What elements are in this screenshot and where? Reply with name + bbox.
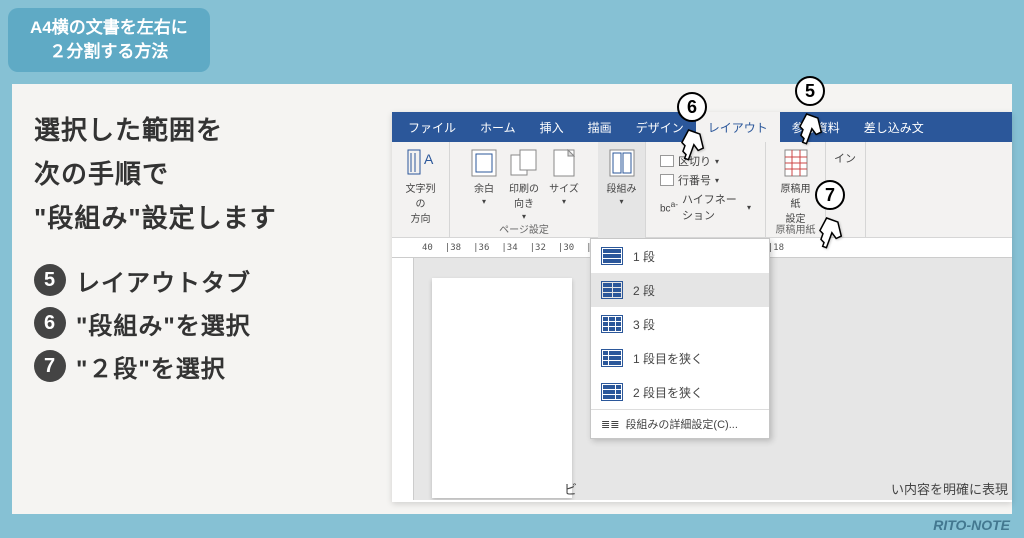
tab-insert[interactable]: 挿入	[528, 112, 576, 142]
word-window: ファイル ホーム 挿入 描画 デザイン レイアウト 参考資料 差し込み文 A 文…	[392, 112, 1012, 502]
instruction-panel: 選択した範囲を 次の手順で "段組み"設定します 5レイアウトタブ 6"段組み"…	[12, 84, 392, 514]
more-columns-icon: ≣≣	[601, 418, 619, 431]
columns-option-left-narrow[interactable]: 1 段目を狭く	[591, 341, 769, 375]
callout-5: 5	[788, 76, 832, 150]
page-text-fragment: い内容を明確に表現	[891, 479, 1008, 498]
tab-draw[interactable]: 描画	[576, 112, 624, 142]
document-page[interactable]	[432, 278, 572, 498]
step-5: 5レイアウトタブ	[34, 263, 392, 298]
columns-option-2[interactable]: 2 段	[591, 273, 769, 307]
text-direction-button[interactable]: A 文字列の 方向	[400, 146, 441, 227]
callout-7: 7	[808, 180, 852, 254]
columns-more-settings[interactable]: ≣≣ 段組みの詳細設定(C)...	[591, 409, 769, 438]
step-list: 5レイアウトタブ 6"段組み"を選択 7"２段"を選択	[34, 263, 392, 384]
columns-option-3[interactable]: 3 段	[591, 307, 769, 341]
col-rn-icon	[601, 383, 623, 401]
margins-icon	[469, 148, 499, 178]
columns-option-right-narrow[interactable]: 2 段目を狭く	[591, 375, 769, 409]
orientation-button[interactable]: 印刷の 向き▾	[505, 146, 543, 223]
pointing-hand-icon	[670, 122, 714, 166]
col1-icon	[601, 247, 623, 265]
tab-file[interactable]: ファイル	[396, 112, 468, 142]
document-area: 40|38|36|34|32|30|28 - |8|10|12|14|16|18…	[392, 238, 1012, 500]
orientation-icon	[509, 148, 539, 178]
line-numbers-icon	[660, 174, 674, 186]
pointing-hand-icon	[808, 210, 852, 254]
margins-button[interactable]: 余白▾	[465, 146, 503, 223]
columns-button[interactable]: 段組み▾	[603, 146, 641, 208]
svg-text:A: A	[424, 151, 434, 167]
instruction-text: 選択した範囲を 次の手順で "段組み"設定します	[34, 108, 392, 241]
header-badge: A4横の文書を左右に ２分割する方法	[8, 8, 210, 72]
hyphenation-button[interactable]: bca-ハイフネーション ▾	[660, 191, 751, 223]
vertical-ruler[interactable]	[392, 258, 414, 500]
callout-6: 6	[670, 92, 714, 166]
size-icon	[549, 148, 579, 178]
columns-option-1[interactable]: 1 段	[591, 239, 769, 273]
preview-label: ビ	[564, 479, 577, 498]
size-button[interactable]: サイズ▾	[545, 146, 583, 223]
pointing-hand-icon	[788, 106, 832, 150]
genkou-icon	[781, 148, 811, 178]
tab-mailings[interactable]: 差し込み文	[852, 112, 936, 142]
columns-icon	[607, 148, 637, 178]
step-7: 7"２段"を選択	[34, 349, 392, 384]
page-setup-group-label: ページ設定	[450, 221, 598, 236]
tab-home[interactable]: ホーム	[468, 112, 528, 142]
col2-icon	[601, 281, 623, 299]
line-numbers-button[interactable]: 行番号 ▾	[660, 172, 751, 188]
text-direction-icon: A	[406, 148, 436, 178]
columns-dropdown: 1 段 2 段 3 段 1 段目を狭く	[590, 238, 770, 439]
main-content: 選択した範囲を 次の手順で "段組み"設定します 5レイアウトタブ 6"段組み"…	[12, 84, 1012, 514]
indent-label: イン	[834, 150, 856, 166]
step-6: 6"段組み"を選択	[34, 306, 392, 341]
credit: RITO-NOTE	[933, 517, 1010, 533]
col3-icon	[601, 315, 623, 333]
word-screenshot: ファイル ホーム 挿入 描画 デザイン レイアウト 参考資料 差し込み文 A 文…	[392, 84, 1012, 514]
col-ln-icon	[601, 349, 623, 367]
